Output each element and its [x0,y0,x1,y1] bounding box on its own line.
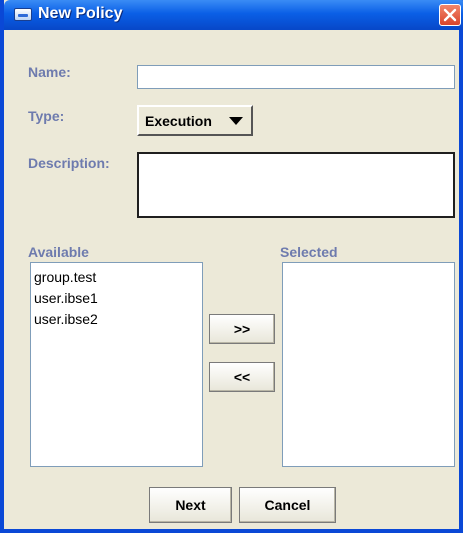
name-input[interactable] [137,65,455,89]
name-label: Name: [28,64,71,80]
triangle-down-icon [229,117,243,125]
close-button[interactable] [439,4,461,26]
type-dropdown[interactable]: Execution [137,105,253,136]
available-list[interactable]: group.test user.ibse1 user.ibse2 [30,262,203,467]
selected-label: Selected [280,244,338,260]
description-input[interactable] [137,152,455,218]
remove-button[interactable]: << [209,362,275,392]
window-title: New Policy [38,5,123,22]
cancel-button[interactable]: Cancel [239,487,336,523]
add-button[interactable]: >> [209,314,275,344]
description-label: Description: [28,155,110,171]
title-bar[interactable]: New Policy [4,0,463,30]
window-app-icon [14,8,32,21]
selected-list[interactable] [282,262,455,467]
close-icon [443,8,457,22]
type-selected-value: Execution [145,113,212,129]
list-item[interactable]: user.ibse2 [34,309,199,330]
next-button[interactable]: Next [149,487,232,523]
list-item[interactable]: group.test [34,267,199,288]
list-item[interactable]: user.ibse1 [34,288,199,309]
type-label: Type: [28,108,65,124]
available-label: Available [28,244,89,260]
new-policy-dialog: New Policy Name: Type: Execution Descrip… [0,0,463,533]
